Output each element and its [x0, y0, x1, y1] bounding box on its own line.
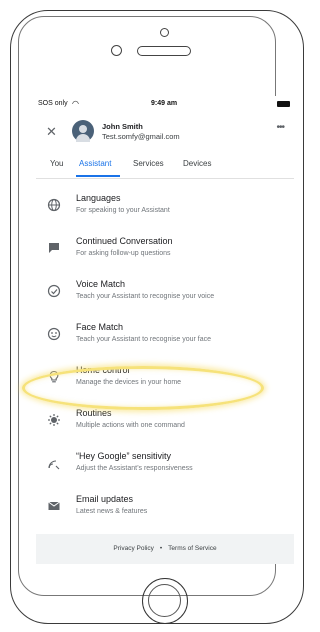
setting-title: Home control	[76, 365, 130, 375]
terms-of-service-link[interactable]: Terms of Service	[168, 545, 216, 552]
setting-subtitle: Teach your Assistant to recognise your f…	[76, 336, 212, 343]
setting-subtitle: Latest news & features	[76, 508, 148, 515]
lightbulb-icon	[47, 370, 61, 384]
setting-subtitle: Manage the devices in your home	[76, 379, 182, 386]
tab-you[interactable]: You	[50, 159, 64, 168]
setting-hey-google-sensitivity[interactable]: “Hey Google” sensitivity Adjust the Assi…	[36, 446, 294, 489]
setting-voice-match[interactable]: Voice Match Teach your Assistant to reco…	[36, 274, 294, 317]
setting-subtitle: Multiple actions with one command	[76, 422, 185, 429]
setting-title: Voice Match	[76, 279, 126, 289]
voice-match-icon	[47, 284, 61, 298]
more-options-icon[interactable]: •••	[276, 122, 284, 133]
privacy-policy-link[interactable]: Privacy Policy	[113, 545, 153, 552]
settings-list: Languages For speaking to your Assistant…	[36, 188, 294, 532]
footer-separator: •	[159, 545, 163, 552]
battery-icon	[277, 101, 290, 107]
account-name: John Smith	[102, 122, 143, 131]
tab-devices[interactable]: Devices	[183, 159, 211, 168]
front-camera	[111, 45, 122, 56]
earpiece-speaker	[137, 46, 191, 56]
status-bar: SOS only ◠ 9:49 am	[38, 99, 290, 110]
routines-icon	[47, 413, 61, 427]
setting-title: Email updates	[76, 494, 134, 504]
setting-title: Languages	[76, 193, 121, 203]
sensitivity-icon	[47, 456, 61, 470]
setting-face-match[interactable]: Face Match Teach your Assistant to recog…	[36, 317, 294, 360]
setting-subtitle: Adjust the Assistant’s responsiveness	[76, 465, 193, 472]
setting-subtitle: For asking follow-up questions	[76, 250, 171, 257]
email-icon	[47, 499, 61, 513]
face-icon	[47, 327, 61, 341]
setting-title: Face Match	[76, 322, 124, 332]
status-time: 9:49 am	[151, 100, 178, 107]
setting-title: Routines	[76, 408, 112, 418]
proximity-sensor	[160, 28, 169, 37]
setting-title: Continued Conversation	[76, 236, 173, 246]
close-icon[interactable]: ✕	[46, 124, 57, 140]
setting-title: “Hey Google” sensitivity	[76, 451, 172, 461]
setting-continued-conversation[interactable]: Continued Conversation For asking follow…	[36, 231, 294, 274]
carrier-label: SOS only	[38, 100, 68, 107]
tab-assistant[interactable]: Assistant	[79, 159, 111, 168]
setting-subtitle: Teach your Assistant to recognise your v…	[76, 293, 215, 300]
globe-icon	[47, 198, 61, 212]
wifi-icon: ◠	[72, 99, 79, 108]
account-header: ✕ John Smith Test.somfy@gmail.com •••	[36, 118, 294, 148]
setting-subtitle: For speaking to your Assistant	[76, 207, 170, 214]
setting-routines[interactable]: Routines Multiple actions with one comma…	[36, 403, 294, 446]
setting-languages[interactable]: Languages For speaking to your Assistant	[36, 188, 294, 231]
setting-email-updates[interactable]: Email updates Latest news & features	[36, 489, 294, 532]
setting-home-control[interactable]: Home control Manage the devices in your …	[36, 360, 294, 403]
home-button-ring	[148, 584, 181, 617]
tab-bar: You Assistant Services Devices	[36, 154, 294, 179]
conversation-icon	[47, 241, 61, 255]
home-button[interactable]	[142, 578, 188, 624]
footer-links: Privacy Policy • Terms of Service	[36, 534, 294, 564]
avatar[interactable]	[72, 120, 94, 142]
account-email: Test.somfy@gmail.com	[102, 132, 180, 141]
tab-services[interactable]: Services	[133, 159, 164, 168]
assistant-settings-screen: SOS only ◠ 9:49 am ✕ John Smith Test.som…	[36, 96, 294, 564]
active-tab-indicator	[76, 175, 120, 177]
